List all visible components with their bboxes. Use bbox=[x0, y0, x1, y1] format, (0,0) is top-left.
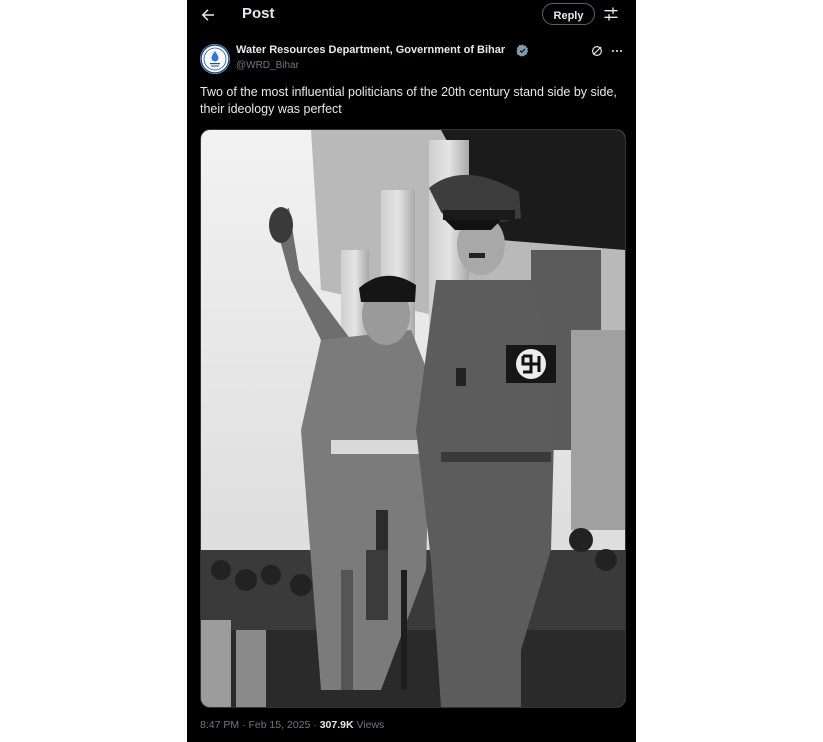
verified-badge-icon[interactable] bbox=[516, 44, 529, 57]
page-title: Post bbox=[242, 5, 275, 22]
post-date[interactable]: Feb 15, 2025 bbox=[248, 719, 310, 731]
avatar[interactable] bbox=[200, 44, 230, 74]
post-meta: 8:47 PM · Feb 15, 2025 · 307.9K Views bbox=[200, 719, 384, 731]
reply-button[interactable]: Reply bbox=[542, 3, 595, 25]
more-icon[interactable] bbox=[610, 44, 624, 58]
post-time[interactable]: 8:47 PM bbox=[200, 719, 239, 731]
grok-icon[interactable] bbox=[590, 44, 604, 58]
post-text: Two of the most influential politicians … bbox=[200, 85, 617, 116]
meta-separator: · bbox=[313, 719, 317, 731]
views-label: Views bbox=[356, 719, 385, 731]
settings-icon[interactable] bbox=[603, 6, 619, 22]
author-handle[interactable]: @WRD_Bihar bbox=[236, 60, 299, 71]
meta-separator: · bbox=[242, 719, 246, 731]
top-bar: Post Reply bbox=[187, 0, 636, 32]
views-count[interactable]: 307.9K bbox=[320, 719, 354, 731]
author-name[interactable]: Water Resources Department, Government o… bbox=[236, 44, 505, 56]
back-arrow-icon[interactable] bbox=[199, 6, 217, 24]
post-panel: Post Reply Water Resources Department, G… bbox=[187, 0, 636, 742]
post-photo[interactable] bbox=[200, 129, 626, 708]
